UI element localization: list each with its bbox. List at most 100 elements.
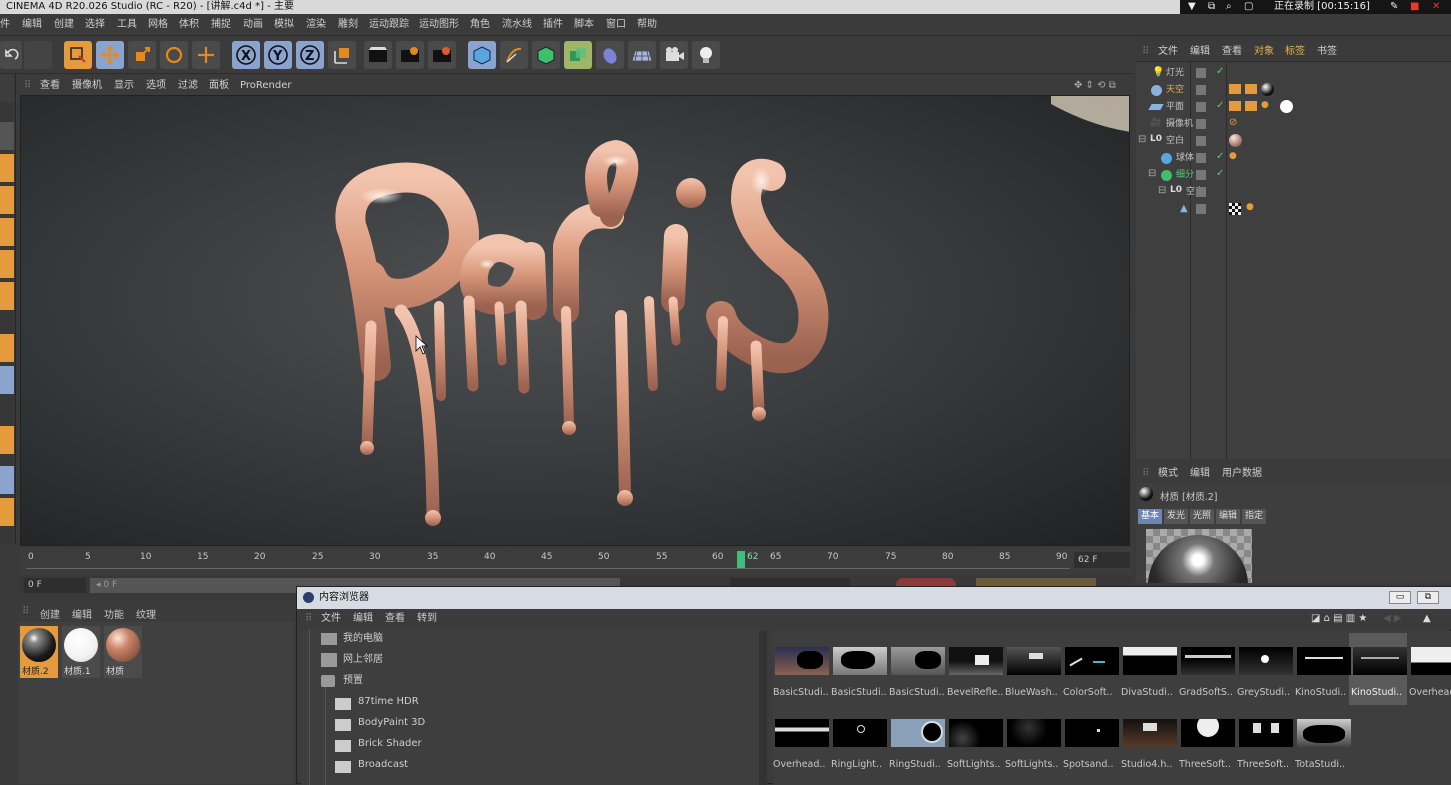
object-row[interactable]: ⊟ L0 空白 — [1136, 184, 1451, 201]
screen-icon[interactable]: ▢ — [1244, 0, 1253, 14]
material-swatch[interactable]: 材质.1 — [62, 626, 100, 678]
menu-character[interactable]: 角色 — [470, 14, 490, 36]
preset-thumbnail[interactable] — [833, 647, 887, 675]
tree-node-preset[interactable]: Broadcast — [358, 756, 408, 774]
collapse-icon[interactable]: ⊟ — [1138, 134, 1146, 145]
layer-icon[interactable] — [1196, 187, 1206, 197]
menu-mograph[interactable]: 运动图形 — [419, 14, 459, 36]
viewport-menu-panel[interactable]: 面板 — [209, 76, 229, 95]
phong-tag-icon[interactable]: ● — [1261, 100, 1269, 110]
preset-thumbnail[interactable] — [1239, 647, 1293, 675]
layer-icon[interactable] — [1196, 85, 1206, 95]
viewport-menu-view[interactable]: 查看 — [40, 76, 60, 95]
tree-node-preset[interactable]: BodyPaint 3D — [358, 714, 425, 732]
compositing-tag-icon[interactable] — [1229, 101, 1241, 111]
material-menu-function[interactable]: 功能 — [104, 606, 124, 621]
protection-tag-icon[interactable]: ⊘ — [1229, 117, 1237, 128]
dropdown-icon[interactable]: ▼ — [1188, 0, 1196, 14]
material-preview-large[interactable] — [1146, 529, 1252, 583]
menu-motion-tracker[interactable]: 运动跟踪 — [369, 14, 409, 36]
grip-icon[interactable]: ⠿ — [1142, 464, 1149, 483]
snap-icon[interactable] — [0, 426, 14, 454]
menu-help[interactable]: 帮助 — [637, 14, 657, 36]
tab-assignment[interactable]: 指定 — [1242, 509, 1267, 524]
preset-thumbnail[interactable] — [891, 647, 945, 675]
current-frame-field[interactable]: 0 F — [24, 578, 86, 593]
collapse-icon[interactable]: ⊟ — [1148, 168, 1156, 179]
grip-icon[interactable]: ⠿ — [1142, 42, 1149, 61]
viewport-menu-options[interactable]: 选项 — [146, 76, 166, 95]
add-object-icon[interactable] — [192, 41, 220, 69]
material-tag-icon[interactable] — [1261, 83, 1274, 96]
axis-mode-icon[interactable] — [0, 334, 14, 362]
scale-icon[interactable] — [128, 41, 156, 69]
stop-icon[interactable]: ■ — [1410, 0, 1419, 14]
collapse-icon[interactable]: ⊟ — [1158, 185, 1166, 196]
pen-spline-icon[interactable] — [500, 41, 528, 69]
texture-mode-icon[interactable] — [0, 154, 14, 182]
compositing-tag-icon[interactable] — [1245, 101, 1257, 111]
workplane-mode-icon[interactable] — [0, 186, 14, 214]
menu-animate[interactable]: 动画 — [243, 14, 263, 36]
viewport-menu-filter[interactable]: 过滤 — [178, 76, 198, 95]
render-view-icon[interactable] — [364, 41, 392, 69]
preset-thumbnail[interactable] — [1297, 719, 1351, 747]
layer-icon[interactable] — [1196, 204, 1206, 214]
menu-snap[interactable]: 捕捉 — [211, 14, 231, 36]
end-frame-field[interactable]: 62 F — [1074, 552, 1130, 568]
material-menu-create[interactable]: 创建 — [40, 606, 60, 621]
3d-viewport[interactable] — [20, 95, 1130, 546]
timeline-ruler[interactable]: 0 5 10 15 20 25 30 35 40 45 50 55 60 62 … — [20, 548, 1132, 574]
menu-simulate[interactable]: 模拟 — [274, 14, 294, 36]
menu-script[interactable]: 脚本 — [574, 14, 594, 36]
layer-icon[interactable] — [1196, 136, 1206, 146]
preset-thumbnail[interactable] — [1007, 647, 1061, 675]
object-row[interactable]: ▲ ● — [1136, 201, 1451, 218]
preset-thumbnail[interactable] — [891, 719, 945, 747]
playhead[interactable] — [737, 551, 745, 568]
tree-node-my-computer[interactable]: 我的电脑 — [343, 630, 383, 648]
coordinate-system-icon[interactable] — [328, 41, 356, 69]
preset-thumbnail[interactable] — [1297, 647, 1351, 675]
object-menu-tags[interactable]: 标签 — [1285, 42, 1305, 61]
model-mode-icon[interactable] — [0, 122, 14, 150]
menu-render[interactable]: 渲染 — [306, 14, 326, 36]
material-swatch[interactable]: 材质 — [104, 626, 142, 678]
preset-thumbnail[interactable] — [1123, 719, 1177, 747]
floor-icon[interactable] — [628, 41, 656, 69]
object-row[interactable]: 球体 ✓ ● — [1136, 150, 1451, 167]
cb-menu-edit[interactable]: 编辑 — [353, 609, 373, 629]
make-editable-icon[interactable] — [0, 74, 14, 102]
array-icon[interactable] — [564, 41, 592, 69]
z-axis-lock-icon[interactable]: Z — [296, 41, 324, 69]
compositing-tag-icon[interactable] — [1229, 84, 1241, 94]
tab-basic[interactable]: 基本 — [1138, 509, 1163, 524]
y-axis-lock-icon[interactable]: Y — [264, 41, 292, 69]
render-picture-viewer-icon[interactable] — [396, 41, 424, 69]
enabled-check-icon[interactable]: ✓ — [1216, 168, 1224, 179]
preset-thumbnail[interactable] — [1123, 647, 1177, 675]
preset-thumbnail[interactable] — [1065, 719, 1119, 747]
object-row[interactable]: 平面 ✓ ● — [1136, 99, 1451, 116]
preset-thumbnail[interactable] — [949, 647, 1003, 675]
material-tag-icon[interactable] — [1280, 100, 1293, 113]
close-icon[interactable]: ✕ — [1432, 0, 1440, 14]
attributes-menu-user-data[interactable]: 用户数据 — [1222, 464, 1262, 483]
menu-edit[interactable]: 编辑 — [22, 14, 42, 36]
object-menu-edit[interactable]: 编辑 — [1190, 42, 1210, 61]
preset-thumbnail[interactable] — [833, 719, 887, 747]
menu-file[interactable]: 件 — [0, 14, 10, 36]
object-row[interactable]: ⊟ 细分 ✓ — [1136, 167, 1451, 184]
menu-volume[interactable]: 体积 — [179, 14, 199, 36]
preset-thumbnail[interactable] — [1181, 647, 1235, 675]
render-settings-icon[interactable] — [428, 41, 456, 69]
tree-node-presets[interactable]: 预置 — [343, 672, 363, 690]
attributes-menu-mode[interactable]: 模式 — [1158, 464, 1178, 483]
object-row[interactable]: 💡 灯光 ✓ — [1136, 65, 1451, 82]
live-selection-icon[interactable] — [64, 41, 92, 69]
preset-thumbnail[interactable] — [1065, 647, 1119, 675]
menu-window[interactable]: 窗口 — [606, 14, 626, 36]
camera-icon[interactable] — [660, 41, 688, 69]
object-row[interactable]: 🎥 摄像机 ⊘ — [1136, 116, 1451, 133]
restore-icon[interactable]: ⧉ — [1208, 0, 1215, 14]
